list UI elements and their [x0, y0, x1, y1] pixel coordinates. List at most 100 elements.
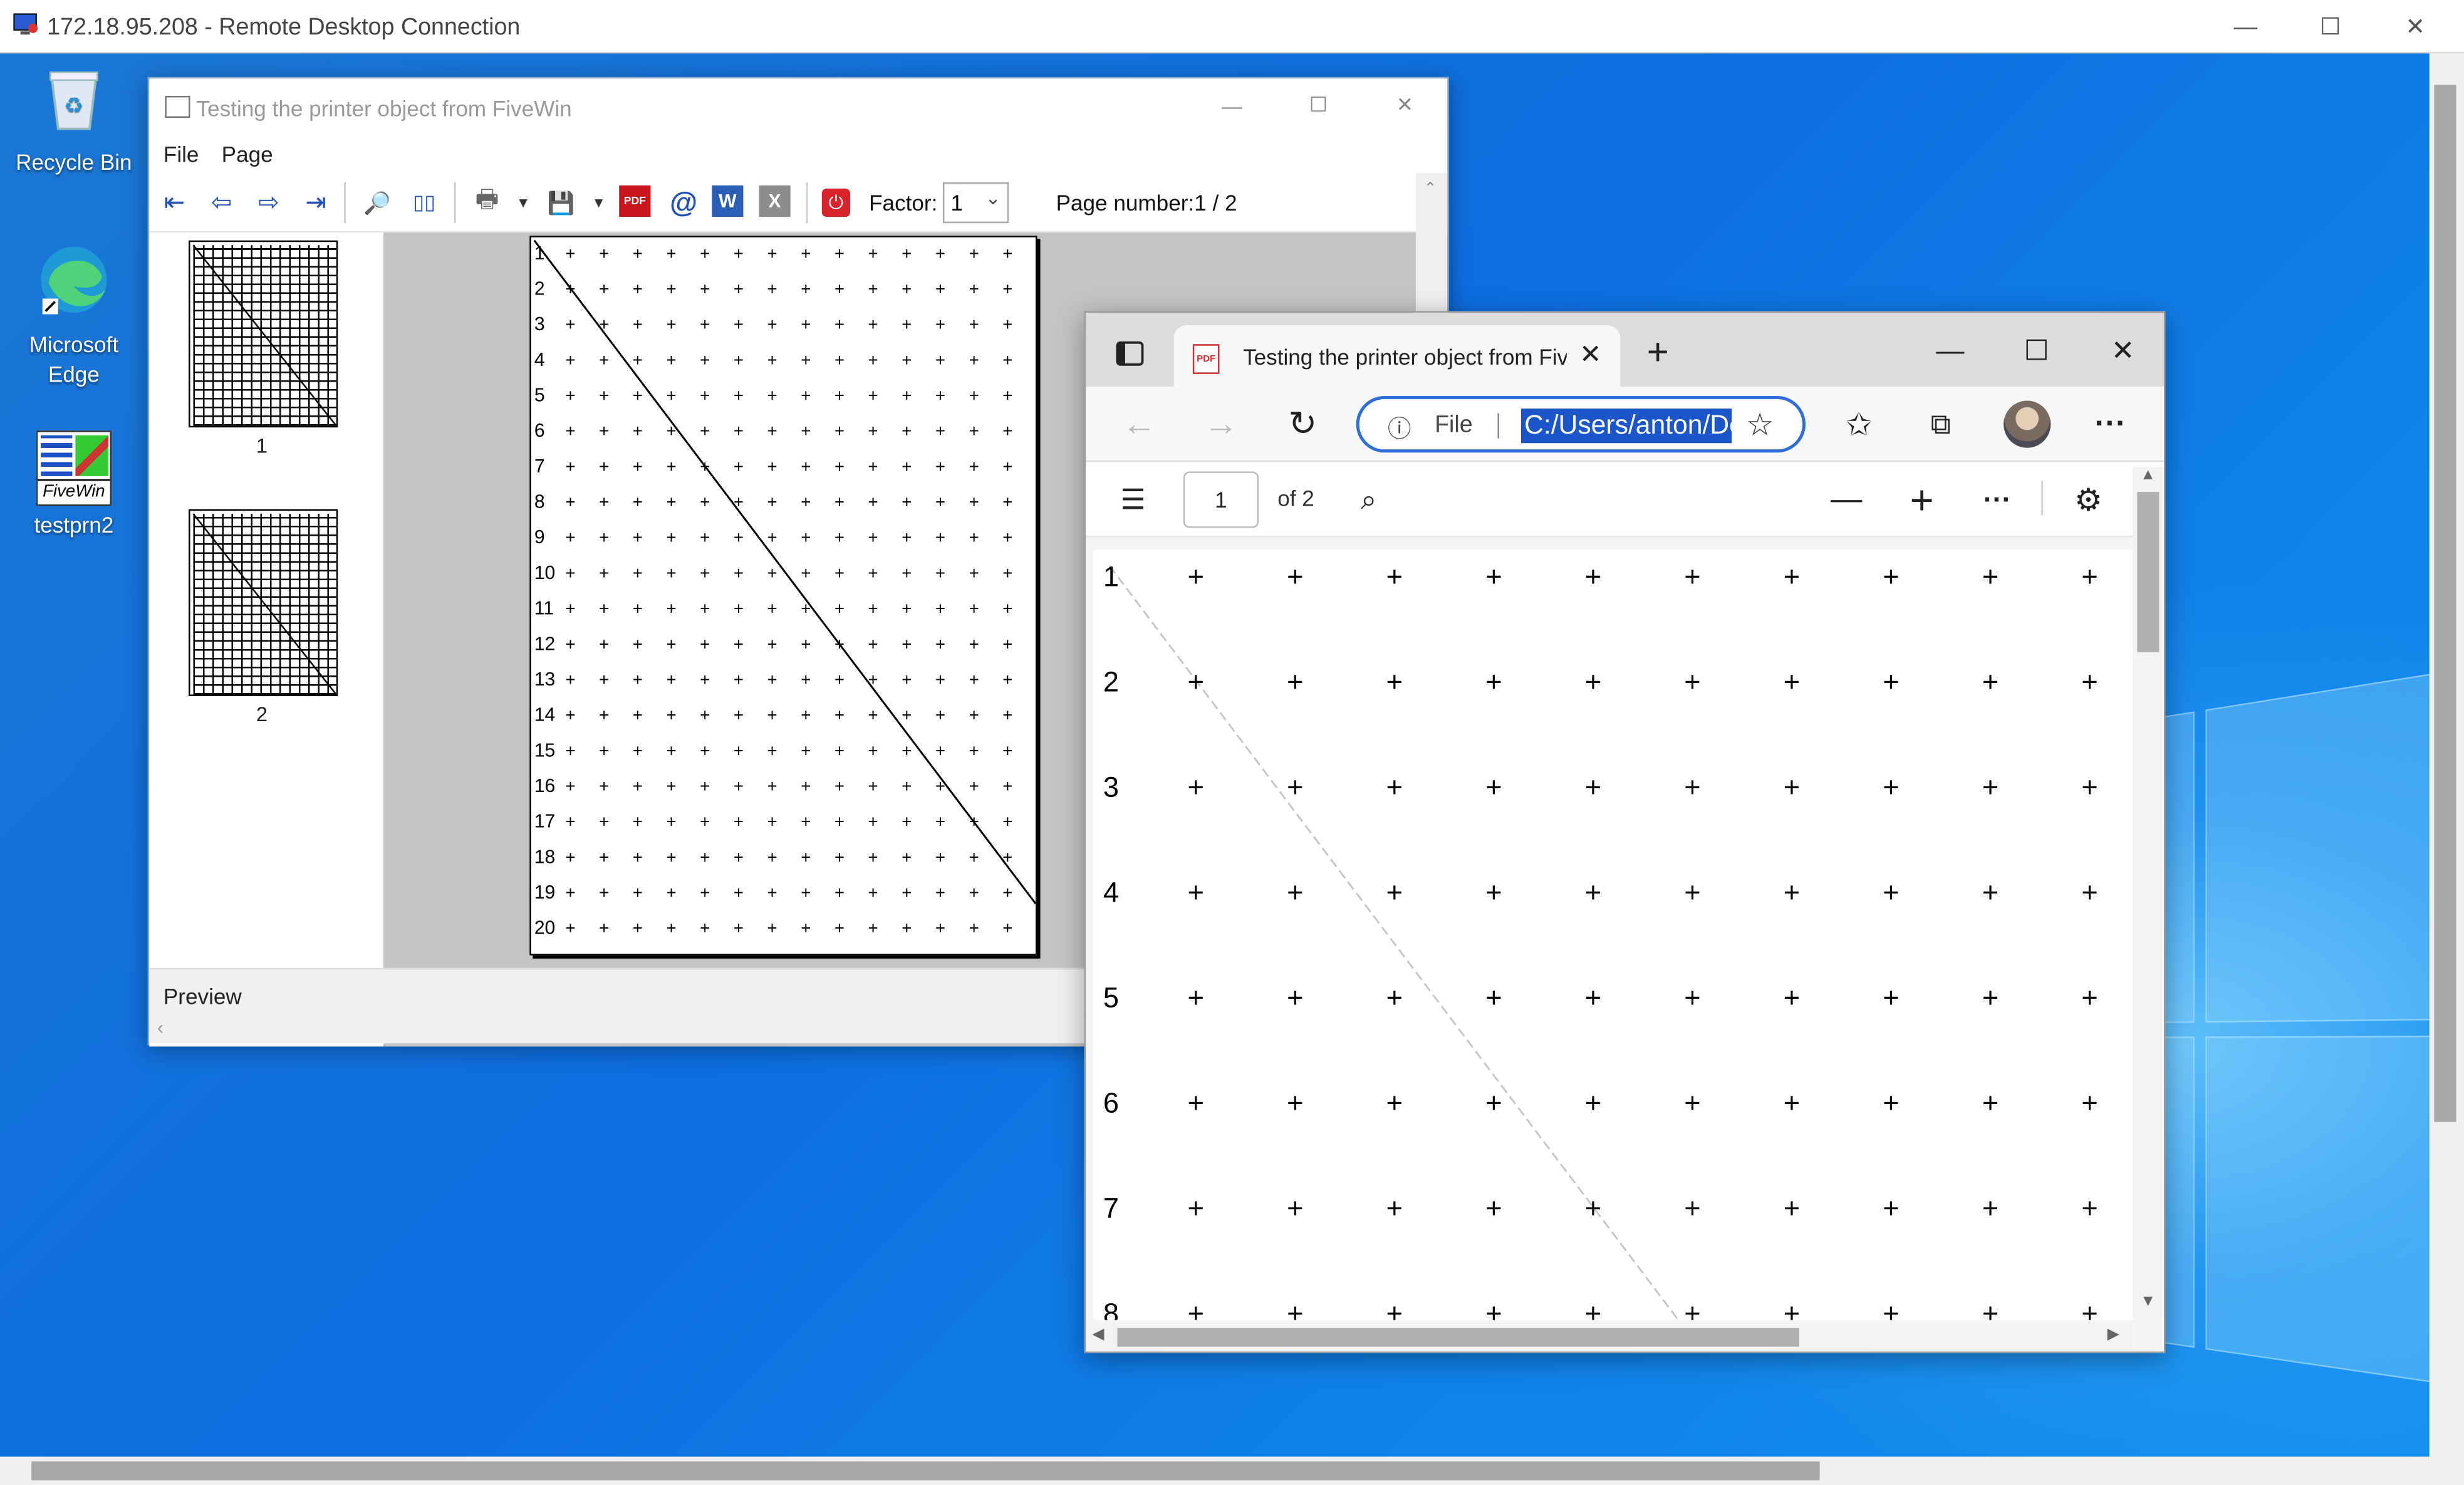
page-thumbnail-1[interactable]	[189, 241, 338, 427]
minimize-button[interactable]: —	[1919, 328, 1982, 372]
search-icon[interactable]: ⌕	[1347, 477, 1391, 521]
two-pages-icon[interactable]: ▯▯	[405, 185, 443, 220]
collections-icon[interactable]: ⧉	[1919, 402, 1963, 446]
desktop-icon-microsoft-edge[interactable]: Microsoft Edge	[8, 242, 140, 390]
scroll-up-icon[interactable]: ⌃	[1424, 180, 1437, 198]
url-text[interactable]: C:/Users/anton/Do	[1521, 409, 1732, 443]
browser-tab[interactable]: PDF Testing the printer object from Five…	[1174, 325, 1620, 387]
rdp-close-button[interactable]: ✕	[2379, 6, 2451, 47]
desktop-icon-testprn2[interactable]: FiveWin testprn2	[8, 430, 140, 541]
menu-page[interactable]: Page	[222, 142, 273, 167]
back-icon[interactable]: ←	[1117, 402, 1161, 446]
plus-mark: +	[801, 457, 811, 476]
plus-mark: +	[1883, 1192, 1899, 1224]
rdp-maximize-button[interactable]: ☐	[2294, 6, 2366, 47]
scroll-up-icon[interactable]: ▲	[2140, 467, 2156, 484]
close-button[interactable]: ✕	[1369, 85, 1441, 125]
page-thumbnail-2[interactable]	[189, 509, 338, 696]
plus-mark: +	[700, 776, 710, 796]
plus-mark: +	[599, 315, 609, 334]
close-tab-icon[interactable]: ✕	[1579, 340, 1602, 371]
tab-actions-icon[interactable]	[1111, 335, 1148, 372]
thumbnail-label: 2	[256, 702, 268, 726]
save-dropdown-icon[interactable]: ▼	[580, 185, 618, 220]
print-dropdown-icon[interactable]: ▼	[504, 185, 542, 220]
plus-mark: +	[1982, 877, 1999, 909]
zoom-in-icon[interactable]: +	[1900, 477, 1944, 521]
first-page-icon[interactable]: ⇤	[155, 185, 193, 220]
plus-mark: +	[599, 847, 609, 867]
favorites-icon[interactable]: ✩	[1837, 402, 1881, 446]
plus-mark: +	[2081, 1298, 2098, 1320]
plus-mark: +	[666, 492, 676, 512]
plus-mark: +	[666, 741, 676, 760]
zoom-out-icon[interactable]: —	[1824, 477, 1868, 521]
plus-mark: +	[834, 350, 845, 370]
forward-icon[interactable]: →	[1199, 402, 1243, 446]
page-number-input[interactable]: 1	[1183, 471, 1259, 528]
rdp-minimize-button[interactable]: —	[2210, 6, 2282, 47]
plus-mark: +	[700, 244, 710, 263]
scroll-left-icon[interactable]: ‹	[157, 1017, 164, 1039]
plus-mark: +	[1002, 847, 1012, 867]
scroll-thumb[interactable]	[31, 1461, 1819, 1480]
scroll-thumb[interactable]	[1117, 1328, 1799, 1347]
window-scrollbar[interactable]: ⌃	[1416, 173, 1447, 232]
plus-mark: +	[2081, 1192, 2098, 1224]
plus-mark: +	[868, 599, 878, 618]
plus-mark: +	[565, 634, 575, 654]
scroll-thumb[interactable]	[2434, 85, 2456, 1122]
new-tab-icon[interactable]: +	[1636, 331, 1680, 375]
scroll-right-icon[interactable]: ▶	[2108, 1326, 2119, 1344]
desktop-icon-recycle-bin[interactable]: ♻ Recycle Bin	[8, 60, 140, 177]
plus-mark: +	[633, 492, 643, 512]
previous-page-icon[interactable]: ⇦	[203, 185, 241, 220]
rdp-horizontal-scrollbar[interactable]	[0, 1457, 2464, 1485]
plus-mark: +	[565, 919, 575, 938]
add-favorite-icon[interactable]: ☆	[1746, 405, 1774, 445]
plus-mark: +	[599, 599, 609, 618]
plus-mark: +	[767, 599, 777, 618]
plus-mark: +	[599, 244, 609, 263]
email-icon[interactable]: @	[665, 185, 702, 220]
scroll-left-icon[interactable]: ◀	[1092, 1326, 1104, 1344]
contents-list-icon[interactable]: ☰	[1111, 477, 1155, 521]
profile-avatar[interactable]	[2004, 401, 2051, 448]
refresh-icon[interactable]: ↻	[1281, 402, 1324, 446]
pdf-vertical-scrollbar[interactable]: ▲ ▼	[2133, 467, 2164, 1318]
factor-select[interactable]: 1 ⌄	[943, 182, 1009, 223]
plus-mark: +	[599, 706, 609, 725]
scroll-down-icon[interactable]: ▼	[2140, 1293, 2156, 1311]
plus-mark: +	[834, 492, 845, 512]
plus-mark: +	[633, 776, 643, 796]
minimize-button[interactable]: —	[1196, 85, 1268, 125]
scroll-thumb[interactable]	[2137, 492, 2159, 652]
next-page-icon[interactable]: ⇨	[250, 185, 288, 220]
menu-file[interactable]: File	[164, 142, 199, 167]
info-icon[interactable]: ⓘ	[1388, 412, 1411, 445]
excel-icon[interactable]: X	[759, 185, 791, 217]
exit-icon[interactable]: ⏻	[822, 189, 850, 217]
plus-mark: +	[834, 528, 845, 547]
maximize-button[interactable]: ☐	[2005, 328, 2068, 372]
maximize-button[interactable]: ☐	[1282, 85, 1354, 125]
settings-more-icon[interactable]: ···	[2089, 402, 2133, 446]
rdp-vertical-scrollbar[interactable]	[2430, 53, 2464, 1457]
pdf-settings-icon[interactable]: ⚙	[2066, 477, 2110, 521]
close-button[interactable]: ✕	[2092, 328, 2155, 372]
row-number: 5	[534, 385, 545, 406]
plus-mark: +	[565, 812, 575, 831]
print-icon[interactable]: 🖶	[468, 185, 506, 220]
pdf-horizontal-scrollbar[interactable]: ◀ ▶	[1086, 1323, 2133, 1352]
pdf-icon[interactable]: PDF	[619, 185, 650, 217]
address-bar[interactable]: ⓘ File C:/Users/anton/Do ☆	[1356, 396, 1806, 452]
zoom-icon[interactable]: 🔎	[358, 185, 396, 220]
last-page-icon[interactable]: ⇥	[297, 185, 335, 220]
plus-mark: +	[1287, 771, 1303, 803]
word-icon[interactable]: W	[712, 185, 743, 217]
plus-mark: +	[1784, 1298, 1800, 1320]
plus-mark: +	[565, 457, 575, 476]
save-icon[interactable]: 💾	[542, 185, 580, 220]
more-options-icon[interactable]: ···	[1975, 477, 2019, 521]
thumbnail-diagonal	[190, 242, 338, 427]
